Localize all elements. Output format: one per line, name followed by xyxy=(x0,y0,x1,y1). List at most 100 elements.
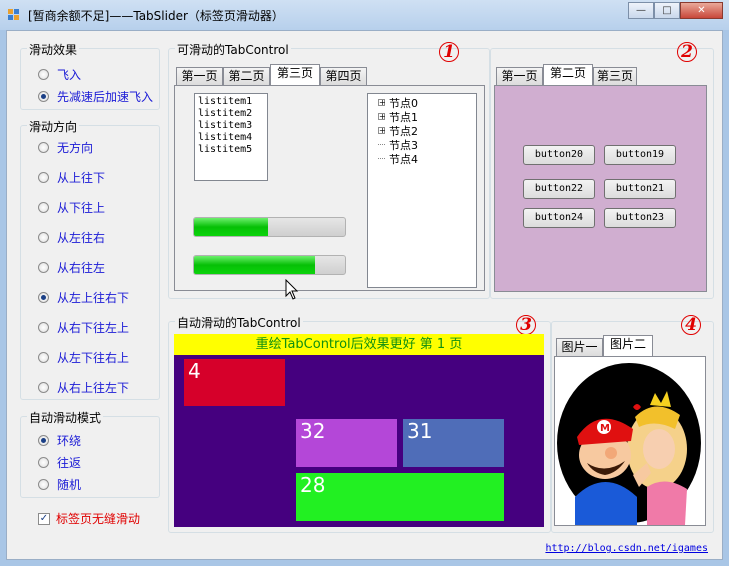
group3-title: 自动滑动的TabControl xyxy=(175,314,303,331)
tree-node-1[interactable]: + 节点1 xyxy=(378,110,418,124)
client-area: 滑动效果 飞入 先减速后加速飞入 滑动方向 无方向 从上往下 从下往上 从左往右… xyxy=(6,30,723,560)
button21[interactable]: button21 xyxy=(604,179,676,199)
radio-mode-random[interactable]: 随机 xyxy=(38,476,81,492)
radio-mode-bounce[interactable]: 往返 xyxy=(38,454,81,470)
tree-node-3[interactable]: 节点3 xyxy=(378,138,418,152)
badge-4-icon: 4 xyxy=(681,315,701,335)
list-item[interactable]: listitem2 xyxy=(198,108,264,120)
tab2-page-1[interactable]: 第一页 xyxy=(496,67,543,85)
button22[interactable]: button22 xyxy=(523,179,595,199)
radio-direction-3[interactable]: 从左往右 xyxy=(38,229,105,245)
tab-picture-2[interactable]: 图片二 xyxy=(603,335,653,356)
group1-title: 可滑动的TabControl xyxy=(175,41,291,58)
expand-plus-icon[interactable]: + xyxy=(378,127,386,135)
radio-label: 从右往左 xyxy=(57,260,106,275)
radio-icon[interactable] xyxy=(38,381,49,393)
radio-direction-8[interactable]: 从右上往左下 xyxy=(38,379,129,395)
auto-mode-title: 自动滑动模式 xyxy=(27,409,104,426)
radio-direction-0[interactable]: 无方向 xyxy=(38,139,93,155)
list-item[interactable]: listitem3 xyxy=(198,120,264,132)
slide-effect-title: 滑动效果 xyxy=(27,41,80,58)
tab2-page-3[interactable]: 第三页 xyxy=(593,67,637,85)
radio-icon[interactable] xyxy=(38,478,49,490)
page-banner: 重绘TabControl后效果更好 第 1 页 xyxy=(174,334,544,355)
button24[interactable]: button24 xyxy=(523,208,595,228)
app-icon xyxy=(8,9,20,21)
expand-plus-icon[interactable]: + xyxy=(378,113,386,121)
expand-plus-icon[interactable]: + xyxy=(378,99,386,107)
svg-text:M: M xyxy=(600,423,610,434)
seamless-label: 标签页无缝滑动 xyxy=(56,512,141,526)
button23[interactable]: button23 xyxy=(604,208,676,228)
radio-label: 先减速后加速飞入 xyxy=(57,89,154,104)
block-31: 31 xyxy=(403,419,504,467)
slide-direction-group: 滑动方向 无方向 从上往下 从下往上 从左往右 从右往左 从左上往右下 从右下往… xyxy=(20,118,160,400)
tab-page-2[interactable]: 第二页 xyxy=(223,67,270,85)
radio-mode-wrap[interactable]: 环绕 xyxy=(38,432,81,448)
radio-icon[interactable] xyxy=(38,171,49,183)
tree-node-2[interactable]: + 节点2 xyxy=(378,124,418,138)
radio-direction-6[interactable]: 从右下往左上 xyxy=(38,319,129,335)
list-item[interactable]: listitem1 xyxy=(198,96,264,108)
tab2-page-2[interactable]: 第二页 xyxy=(543,64,593,85)
button20[interactable]: button20 xyxy=(523,145,595,165)
mario-peach-kiss-image: M xyxy=(557,363,701,525)
radio-selected-icon[interactable] xyxy=(38,291,49,303)
radio-direction-5[interactable]: 从左上往右下 xyxy=(38,289,129,305)
button19[interactable]: button19 xyxy=(604,145,676,165)
radio-label: 从左往右 xyxy=(57,230,106,245)
radio-direction-1[interactable]: 从上往下 xyxy=(38,169,105,185)
radio-icon[interactable] xyxy=(38,201,49,213)
tab-page-4[interactable]: 第四页 xyxy=(320,67,367,85)
badge-1-icon: 1 xyxy=(439,42,459,62)
radio-icon[interactable] xyxy=(38,456,49,468)
tab-picture-1[interactable]: 图片一 xyxy=(556,338,603,356)
minimize-icon[interactable]: — xyxy=(628,2,654,19)
radio-direction-4[interactable]: 从右往左 xyxy=(38,259,105,275)
radio-direction-2[interactable]: 从下往上 xyxy=(38,199,105,215)
radio-label: 随机 xyxy=(57,477,82,492)
badge-3-icon: 3 xyxy=(516,315,536,335)
radio-fly-in[interactable]: 飞入 xyxy=(38,66,81,82)
radio-selected-icon[interactable] xyxy=(38,434,49,446)
radio-icon[interactable] xyxy=(38,231,49,243)
progress-bar-2 xyxy=(193,255,346,275)
list-item[interactable]: listitem5 xyxy=(198,144,264,156)
footer-link[interactable]: http://blog.csdn.net/igames xyxy=(545,543,708,554)
close-icon[interactable]: ✕ xyxy=(680,2,723,19)
radio-label: 往返 xyxy=(57,455,82,470)
tree-node-0[interactable]: + 节点0 xyxy=(378,96,418,110)
tab-page-3[interactable]: 第三页 xyxy=(270,64,320,85)
radio-icon[interactable] xyxy=(38,141,49,153)
radio-label: 从左下往右上 xyxy=(57,350,130,365)
list-item[interactable]: listitem4 xyxy=(198,132,264,144)
tree-node-4[interactable]: 节点4 xyxy=(378,152,418,166)
progress-fill-2 xyxy=(194,256,315,274)
slide-direction-title: 滑动方向 xyxy=(27,118,80,135)
tab-page-1[interactable]: 第一页 xyxy=(176,67,223,85)
radio-direction-7[interactable]: 从左下往右上 xyxy=(38,349,129,365)
listbox[interactable]: listitem1 listitem2 listitem3 listitem4 … xyxy=(194,93,268,181)
radio-icon[interactable] xyxy=(38,321,49,333)
checkbox-checked-icon[interactable]: ✓ xyxy=(38,512,50,525)
treeview[interactable]: + 节点0 + 节点1 + 节点2 节点3 节点4 xyxy=(367,93,477,288)
tree-line-icon xyxy=(378,144,385,145)
radio-icon[interactable] xyxy=(38,261,49,273)
radio-selected-icon[interactable] xyxy=(38,90,49,102)
radio-icon[interactable] xyxy=(38,351,49,363)
radio-label: 从右上往左下 xyxy=(57,380,130,395)
title-bar[interactable]: [暂商余额不足]——TabSlider（标签页滑动器） — □ ✕ xyxy=(0,0,729,30)
radio-label: 从左上往右下 xyxy=(57,290,130,305)
auto-mode-group: 自动滑动模式 环绕 往返 随机 xyxy=(20,409,160,498)
seamless-checkbox-row[interactable]: ✓ 标签页无缝滑动 xyxy=(38,510,140,527)
tree-line-icon xyxy=(378,158,385,159)
radio-label: 从下往上 xyxy=(57,200,106,215)
tree-node-label: 节点4 xyxy=(389,152,418,166)
tab-picture-2-content: M xyxy=(554,356,706,526)
progress-bar-1 xyxy=(193,217,346,237)
radio-decel-accel[interactable]: 先减速后加速飞入 xyxy=(38,88,153,104)
radio-label: 环绕 xyxy=(57,433,82,448)
radio-icon[interactable] xyxy=(38,68,49,80)
slide-effect-group: 滑动效果 飞入 先减速后加速飞入 xyxy=(20,41,160,110)
maximize-icon[interactable]: □ xyxy=(654,2,680,19)
